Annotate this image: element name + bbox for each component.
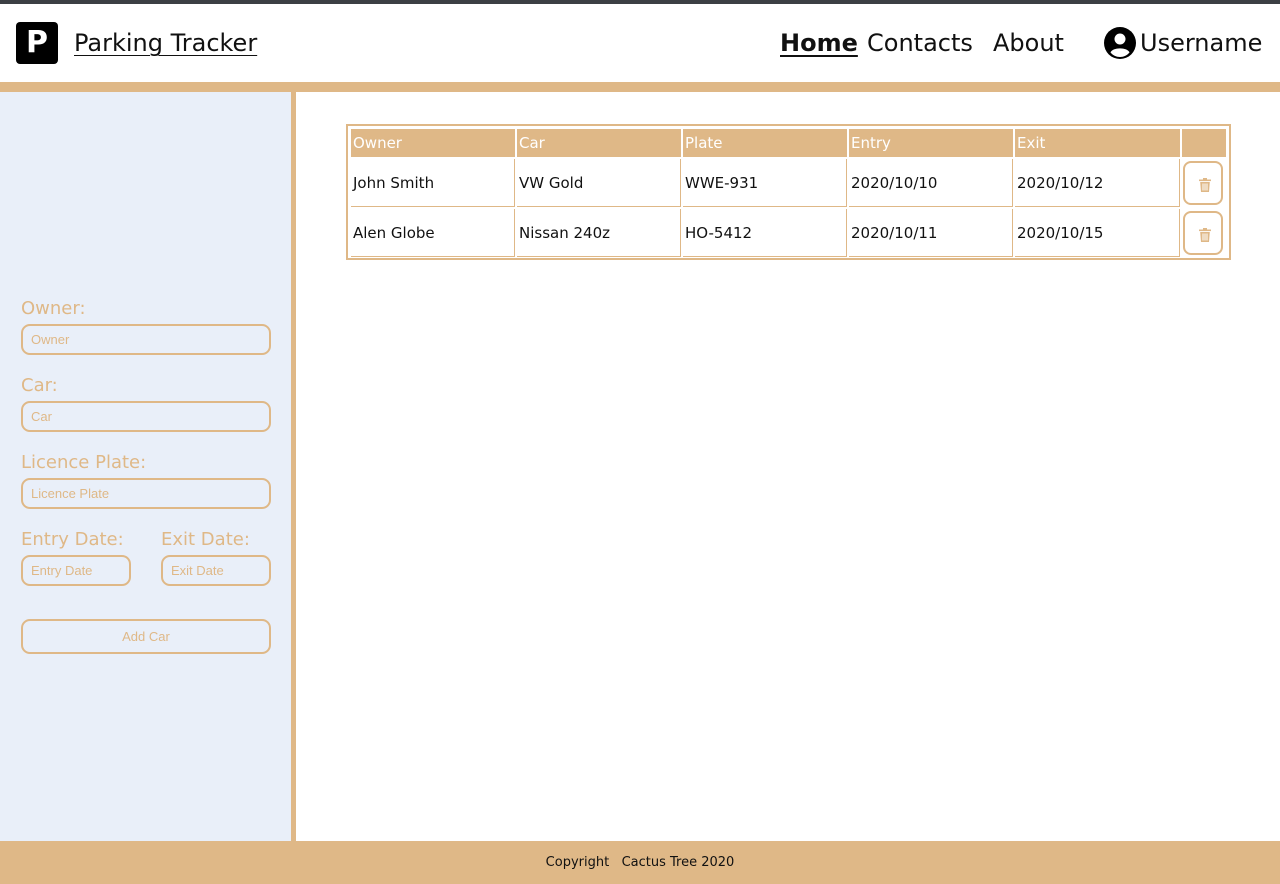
- nav-contacts[interactable]: Contacts: [867, 26, 973, 60]
- trash-icon: [1199, 228, 1211, 242]
- logo-letter: P: [26, 25, 48, 60]
- column-header-plate: Plate: [683, 129, 847, 157]
- user-avatar-icon: [1104, 27, 1136, 59]
- nav-about[interactable]: About: [993, 26, 1064, 60]
- car-label: Car:: [21, 375, 58, 396]
- cell-car: Nissan 240z: [517, 209, 681, 257]
- column-header-owner: Owner: [351, 129, 515, 157]
- cell-plate: WWE-931: [683, 159, 847, 207]
- table-row: John Smith VW Gold WWE-931 2020/10/10 20…: [351, 159, 1226, 207]
- exit-date-label: Exit Date:: [161, 529, 250, 550]
- entry-date-label: Entry Date:: [21, 529, 124, 550]
- nav-home[interactable]: Home: [780, 26, 858, 60]
- table-header-row: Owner Car Plate Entry Exit: [351, 129, 1226, 157]
- cell-exit: 2020/10/15: [1015, 209, 1180, 257]
- delete-row-button[interactable]: [1183, 161, 1223, 205]
- entry-date-input[interactable]: [21, 555, 131, 586]
- cell-actions: [1182, 159, 1226, 207]
- delete-row-button[interactable]: [1183, 211, 1223, 255]
- username: Username: [1140, 29, 1263, 57]
- header-divider: [0, 82, 1280, 92]
- exit-date-input[interactable]: [161, 555, 271, 586]
- cell-exit: 2020/10/12: [1015, 159, 1180, 207]
- cell-actions: [1182, 209, 1226, 257]
- cell-car: VW Gold: [517, 159, 681, 207]
- cell-entry: 2020/10/10: [849, 159, 1013, 207]
- licence-plate-label: Licence Plate:: [21, 452, 147, 473]
- column-header-exit: Exit: [1015, 129, 1180, 157]
- owner-label: Owner:: [21, 298, 86, 319]
- licence-plate-input[interactable]: [21, 478, 271, 509]
- owner-input[interactable]: [21, 324, 271, 355]
- column-header-actions: [1182, 129, 1226, 157]
- add-car-button[interactable]: Add Car: [21, 619, 271, 654]
- parking-table: Owner Car Plate Entry Exit John Smith VW…: [346, 124, 1231, 260]
- parking-logo-icon: P: [16, 22, 58, 64]
- car-input[interactable]: [21, 401, 271, 432]
- table-row: Alen Globe Nissan 240z HO-5412 2020/10/1…: [351, 209, 1226, 257]
- cell-owner: John Smith: [351, 159, 515, 207]
- cell-owner: Alen Globe: [351, 209, 515, 257]
- cell-plate: HO-5412: [683, 209, 847, 257]
- column-header-entry: Entry: [849, 129, 1013, 157]
- brand-link[interactable]: Parking Tracker: [74, 26, 257, 60]
- trash-icon: [1199, 178, 1211, 192]
- header: P Parking Tracker Home Contacts About Us…: [0, 4, 1280, 82]
- footer-copyright: Copyright Cactus Tree 2020: [545, 855, 735, 870]
- sidebar-divider: [291, 92, 296, 841]
- sidebar-form: Owner: Car: Licence Plate: Entry Date: E…: [0, 92, 291, 841]
- cell-entry: 2020/10/11: [849, 209, 1013, 257]
- column-header-car: Car: [517, 129, 681, 157]
- footer: Copyright Cactus Tree 2020: [0, 841, 1280, 884]
